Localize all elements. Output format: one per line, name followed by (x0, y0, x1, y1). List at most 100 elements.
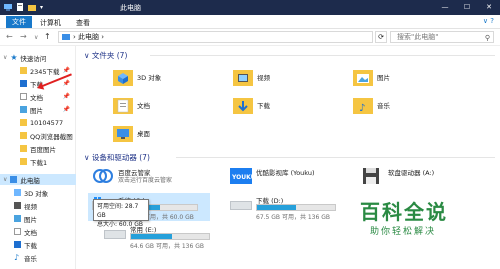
folder-icon (20, 119, 27, 126)
drive-icon (230, 201, 252, 210)
recent-dropdown-icon[interactable]: ∨ (34, 34, 38, 41)
address-bar[interactable]: › 此电脑 › (58, 31, 373, 43)
sidebar-item-label: 此电脑 (20, 176, 40, 185)
drive-usage-fill (131, 234, 172, 239)
picture-icon (14, 215, 21, 222)
sidebar-item-this-pc[interactable]: ∨ 此电脑 (0, 174, 76, 185)
folder-icon (20, 158, 27, 165)
sidebar-item-music[interactable]: ♪ 音乐 (0, 252, 76, 263)
pin-icon: 📌 (62, 80, 70, 87)
folder-pictures[interactable]: 图片 (352, 66, 422, 92)
collapse-chevron-icon[interactable]: ∨ (3, 54, 7, 61)
collapse-chevron-icon[interactable]: ∨ (84, 153, 92, 162)
window-title: 此电脑 (120, 4, 141, 12)
drive-name: 优酷影视库 (Youku) (256, 169, 315, 177)
folder-videos[interactable]: 视频 (232, 66, 302, 92)
folder-icon (20, 145, 27, 152)
folder-label: 桌面 (137, 130, 150, 138)
sidebar-item-documents[interactable]: 文档 📌 (0, 91, 76, 102)
document-folder-icon (113, 98, 133, 114)
folder-documents[interactable]: 文档 (112, 94, 182, 120)
download-folder-icon (233, 98, 253, 114)
maximize-button[interactable]: ☐ (456, 0, 478, 15)
download-folder-icon (20, 80, 27, 87)
sidebar-item-baidu-images[interactable]: 百度图片 (0, 143, 76, 154)
pin-icon: 📌 (62, 106, 70, 113)
sidebar-item-label: 10104577 (30, 118, 64, 127)
tooltip-free-space: 可用空间: 28.7 GB (97, 203, 139, 219)
sidebar-item-documents-pc[interactable]: 文档 (0, 226, 76, 237)
sidebar-item-label: 百度图片 (30, 145, 56, 154)
folder-3d-objects[interactable]: 3D 对象 (112, 66, 182, 92)
new-folder-icon[interactable] (28, 3, 36, 11)
tab-file[interactable]: 文件 (6, 16, 32, 28)
drive-free-space: 67.5 GB 可用，共 136 GB (256, 214, 330, 221)
drives-section-header[interactable]: ∨ 设备和驱动器 (7) (84, 152, 150, 163)
properties-icon[interactable] (16, 3, 24, 11)
folder-desktop[interactable]: 桌面 (112, 122, 182, 148)
tab-computer[interactable]: 计算机 (34, 17, 67, 29)
address-row: ← → ∨ ↑ › 此电脑 › ⟳ 搜索"此电脑" ⚲ (0, 29, 500, 46)
help-toggle[interactable]: ∨ ? (483, 17, 494, 25)
title-bar: ▾ 此电脑 — ☐ ✕ (0, 0, 500, 15)
drive-d[interactable]: 下载 (D:) 67.5 GB 可用，共 136 GB (226, 193, 356, 221)
desktop-folder-icon (113, 126, 133, 142)
folder-music[interactable]: ♪ 音乐 (352, 94, 422, 120)
drive-name: 软盘驱动器 (A:) (388, 169, 435, 177)
sidebar-item-quick-access[interactable]: ∨ ★ 快速访问 (0, 52, 76, 63)
tab-view[interactable]: 查看 (70, 17, 96, 29)
folder-label: 图片 (377, 74, 390, 82)
floppy-disk-icon (363, 168, 379, 184)
folder-downloads[interactable]: 下载 (232, 94, 302, 120)
picture-icon (20, 106, 27, 113)
sidebar-item-label: 快速访问 (20, 54, 47, 63)
drive-youku[interactable]: YOUKU 优酷影视库 (Youku) (226, 165, 356, 193)
customize-qa-icon[interactable]: ▾ (40, 4, 43, 11)
sidebar-item-label: 音乐 (24, 254, 37, 263)
sidebar-item-label: 图片 (30, 106, 43, 115)
folder-label: 下载 (257, 102, 270, 110)
back-arrow-icon[interactable]: ← (6, 32, 13, 41)
address-path: 此电脑 (78, 33, 100, 41)
close-button[interactable]: ✕ (478, 0, 500, 15)
forward-arrow-icon[interactable]: → (20, 32, 27, 41)
watermark-subtitle: 助你轻松解决 (370, 227, 437, 237)
sidebar-item-3d-objects[interactable]: 3D 对象 (0, 187, 76, 198)
pc-icon (10, 176, 18, 183)
search-placeholder: 搜索"此电脑" (397, 33, 439, 41)
sidebar-item-10104577[interactable]: 10104577 (0, 117, 76, 128)
sidebar-item-2345-download[interactable]: 2345下载 📌 (0, 65, 76, 76)
pin-icon: 📌 (62, 93, 70, 100)
sidebar-item-videos[interactable]: 视频 (0, 200, 76, 211)
drive-baidu-cloud[interactable]: 百度云管家 双击运行百度云管家 (88, 165, 208, 193)
youku-icon: YOUKU (230, 168, 252, 184)
collapse-chevron-icon[interactable]: ∨ (84, 51, 92, 60)
sidebar-item-label: QQ浏览器截图 (30, 132, 73, 141)
pc-icon[interactable] (4, 3, 12, 11)
3d-objects-folder-icon (113, 70, 133, 86)
sidebar-item-pictures-pc[interactable]: 图片 (0, 213, 76, 224)
sidebar-item-downloads-pc[interactable]: 下载 (0, 239, 76, 250)
drive-floppy[interactable]: 软盘驱动器 (A:) (358, 165, 488, 193)
drive-free-space: 64.6 GB 可用，共 136 GB (130, 243, 204, 250)
sidebar-item-pictures[interactable]: 图片 📌 (0, 104, 76, 115)
minimize-button[interactable]: — (434, 0, 456, 15)
sidebar-item-label: 文档 (30, 93, 43, 102)
sidebar-item-label: 2345下载 (30, 67, 60, 76)
document-icon (20, 93, 27, 100)
video-icon (14, 202, 21, 209)
folder-label: 视频 (257, 74, 270, 82)
folder-label: 文档 (137, 102, 150, 110)
pc-icon (62, 34, 70, 40)
collapse-chevron-icon[interactable]: ∨ (3, 176, 7, 183)
search-input[interactable]: 搜索"此电脑" ⚲ (390, 31, 494, 43)
picture-folder-icon (353, 70, 373, 86)
folders-section-header[interactable]: ∨ 文件夹 (7) (84, 50, 127, 61)
drive-tooltip: 可用空间: 28.7 GB 总大小: 60.0 GB (93, 199, 149, 228)
sidebar-item-qq-screenshots[interactable]: QQ浏览器截图 (0, 130, 76, 141)
sidebar-item-download1[interactable]: 下载1 (0, 156, 76, 167)
refresh-button[interactable]: ⟳ (375, 31, 387, 43)
up-arrow-icon[interactable]: ↑ (44, 32, 51, 41)
sidebar-item-label: 文档 (24, 228, 37, 237)
section-divider (150, 55, 495, 56)
